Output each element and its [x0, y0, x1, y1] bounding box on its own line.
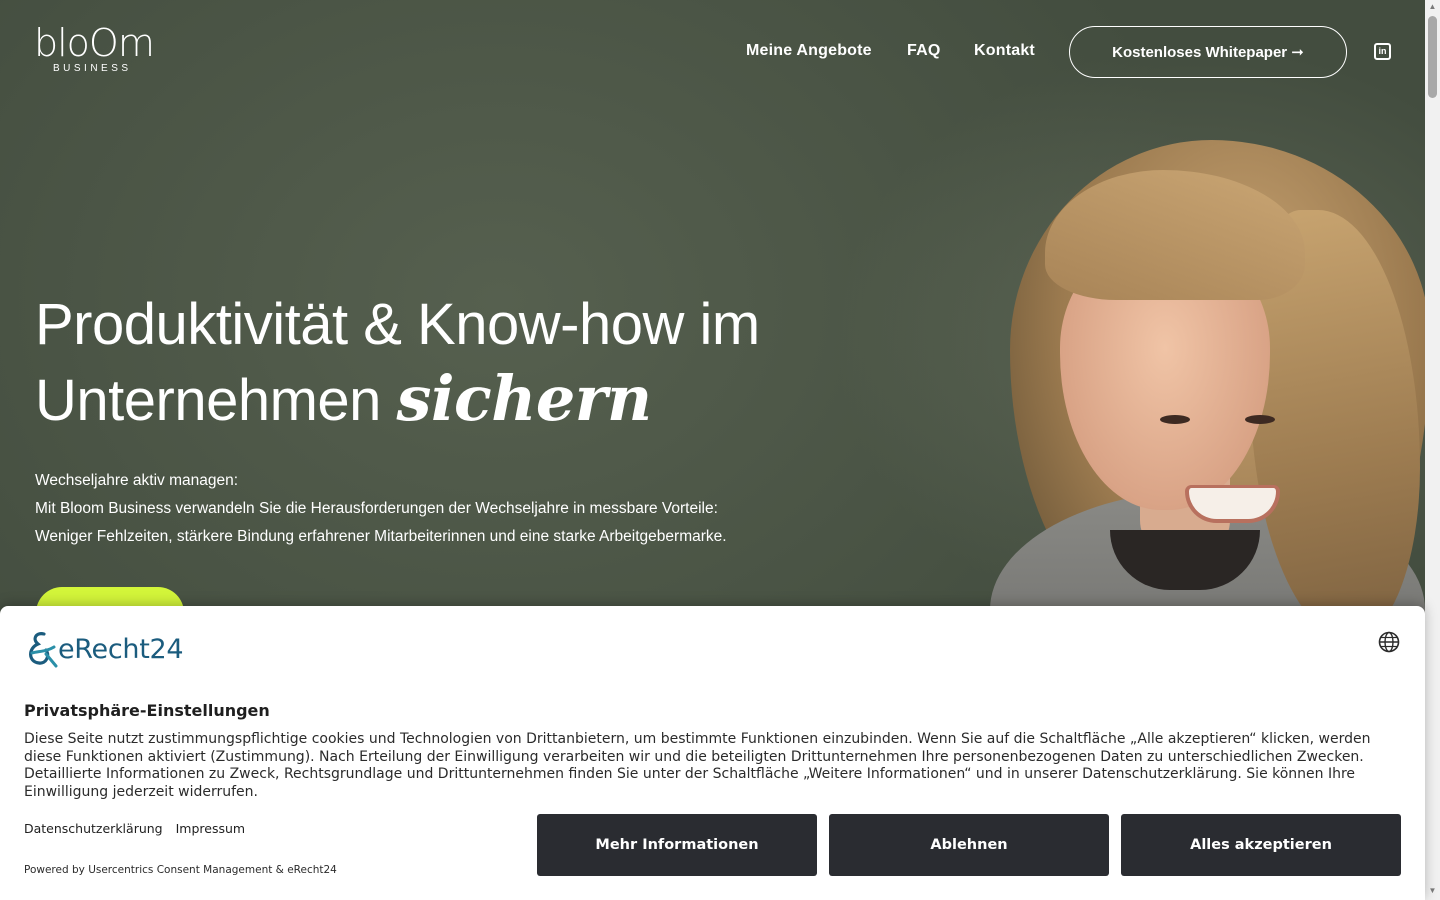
scroll-up-arrow-icon[interactable]: ▲: [1425, 0, 1440, 14]
consent-links: Datenschutzerklärung Impressum: [24, 821, 254, 836]
erecht24-logo: eRecht24: [24, 630, 184, 668]
nav-meine-angebote[interactable]: Meine Angebote: [746, 42, 872, 60]
whitepaper-button[interactable]: Kostenloses Whitepaper ➞: [1069, 26, 1347, 78]
erecht24-mark-icon: [29, 632, 58, 668]
intro-line-2: Mit Bloom Business verwandeln Sie die He…: [35, 500, 718, 517]
page-scrollbar[interactable]: ▲ ▼: [1425, 0, 1440, 900]
headline-line-2: Unternehmen: [35, 368, 397, 433]
hero-intro: Wechseljahre aktiv managen: Mit Bloom Bu…: [35, 467, 727, 551]
nav-kontakt[interactable]: Kontakt: [974, 42, 1035, 60]
headline-line-1: Produktivität & Know-how im: [35, 292, 760, 357]
main-navigation: Meine Angebote FAQ Kontakt Kostenloses W…: [0, 26, 1425, 78]
erecht24-wordmark: eRecht24: [58, 633, 184, 665]
nav-faq[interactable]: FAQ: [907, 42, 941, 60]
linkedin-icon[interactable]: in: [1374, 43, 1391, 60]
privacy-policy-link[interactable]: Datenschutzerklärung: [24, 821, 163, 836]
language-globe-icon[interactable]: [1378, 631, 1400, 653]
scrollbar-thumb[interactable]: [1428, 16, 1437, 98]
powered-by-text: Powered by Usercentrics Consent Manageme…: [24, 864, 337, 876]
imprint-link[interactable]: Impressum: [176, 821, 245, 836]
accept-all-button[interactable]: Alles akzeptieren: [1121, 814, 1401, 876]
hero-portrait-image: [990, 130, 1425, 690]
headline-accent: sichern: [396, 362, 652, 435]
intro-line-3: Weniger Fehlzeiten, stärkere Bindung erf…: [35, 528, 727, 545]
hero-headline: Produktivität & Know-how im Unternehmen …: [35, 288, 835, 438]
reject-button[interactable]: Ablehnen: [829, 814, 1109, 876]
consent-title: Privatsphäre-Einstellungen: [24, 701, 270, 720]
more-information-button[interactable]: Mehr Informationen: [537, 814, 817, 876]
scroll-down-arrow-icon[interactable]: ▼: [1425, 884, 1440, 898]
intro-line-1: Wechseljahre aktiv managen:: [35, 472, 239, 489]
cookie-consent-banner: eRecht24 Privatsphäre-Einstellungen Dies…: [0, 606, 1425, 900]
consent-description: Diese Seite nutzt zustimmungspflichtige …: [24, 731, 1371, 800]
